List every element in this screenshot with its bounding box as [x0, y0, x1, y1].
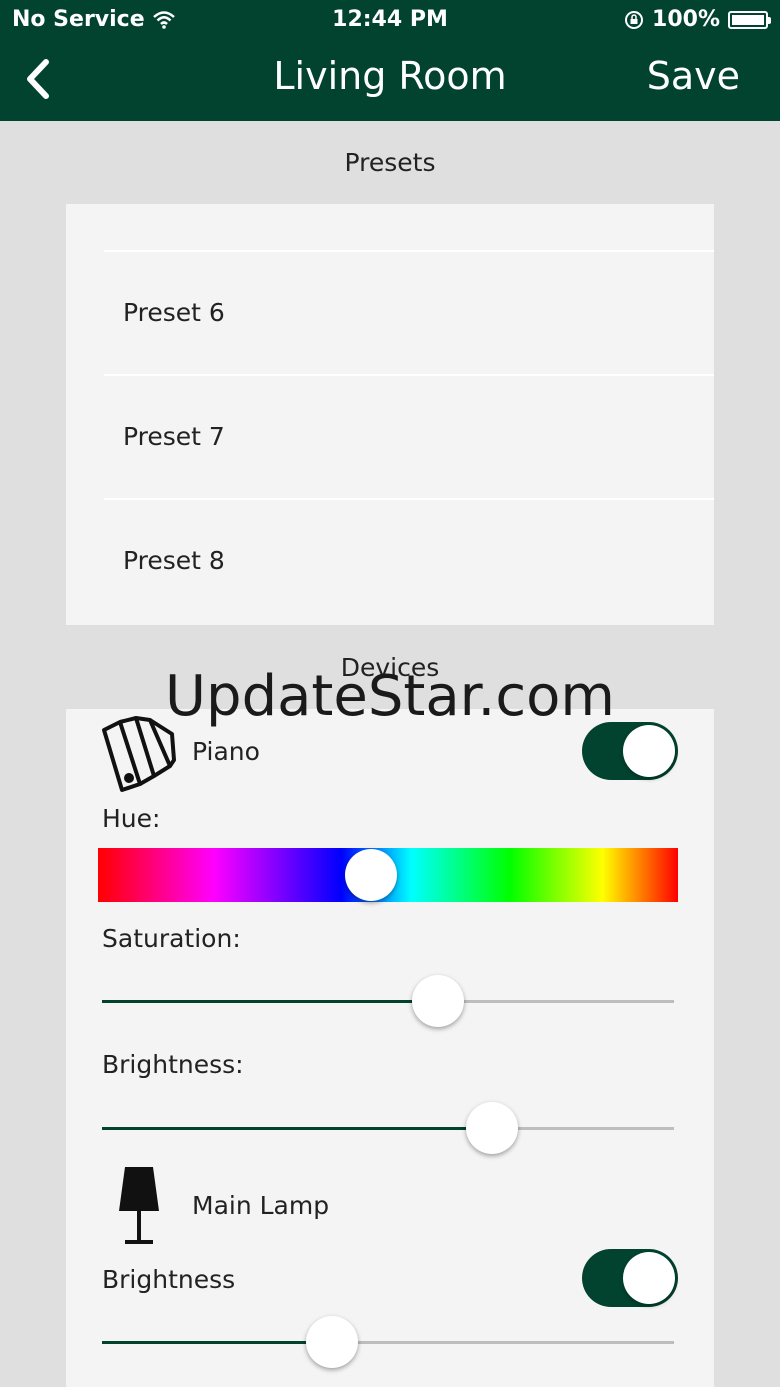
hue-slider[interactable]	[98, 848, 678, 902]
preset-label: Preset 7	[123, 422, 225, 451]
hue-slider-thumb[interactable]	[345, 849, 397, 901]
device-name-piano: Piano	[192, 737, 260, 766]
status-right: 100%	[624, 7, 771, 32]
presets-list: Preset 6 Preset 7 Preset 8	[66, 204, 714, 625]
lamp-brightness-slider[interactable]	[102, 1316, 674, 1368]
preset-row[interactable]: Preset 8	[104, 498, 714, 624]
saturation-slider-fill	[102, 1000, 438, 1003]
rotation-lock-icon	[625, 10, 644, 29]
hue-label: Hue:	[102, 804, 161, 833]
piano-power-toggle[interactable]	[582, 722, 678, 780]
preset-label: Preset 6	[123, 298, 225, 327]
saturation-slider[interactable]	[102, 975, 674, 1027]
saturation-slider-thumb[interactable]	[412, 975, 464, 1027]
piano-brightness-slider[interactable]	[102, 1102, 674, 1154]
lamp-brightness-slider-fill	[102, 1341, 332, 1344]
device-name-main-lamp: Main Lamp	[192, 1191, 330, 1220]
toggle-knob	[623, 725, 675, 777]
preset-row[interactable]: Preset 7	[104, 374, 714, 500]
main-lamp-power-toggle[interactable]	[582, 1249, 678, 1307]
status-bar: No Service 12:44 PM 100%	[0, 0, 780, 40]
watermark: UpdateStar.com	[165, 664, 615, 729]
piano-brightness-slider-fill	[102, 1127, 492, 1130]
brightness-label: Brightness:	[102, 1050, 244, 1079]
lamp-brightness-slider-thumb[interactable]	[306, 1316, 358, 1368]
table-lamp-icon	[119, 1167, 159, 1244]
battery-percent: 100%	[652, 7, 720, 32]
devices-list: Piano Hue: Saturation: Brightness: Main …	[66, 709, 714, 1387]
toggle-knob	[623, 1252, 675, 1304]
battery-icon	[728, 10, 771, 29]
lamp-brightness-label: Brightness	[102, 1265, 236, 1294]
save-button[interactable]: Save	[647, 54, 740, 98]
saturation-label: Saturation:	[102, 924, 241, 953]
presets-section-label: Presets	[344, 148, 436, 177]
nav-bar: Living Room Save	[0, 40, 780, 121]
preset-row[interactable]: Preset 6	[104, 250, 714, 376]
piano-brightness-slider-thumb[interactable]	[466, 1102, 518, 1154]
preset-label: Preset 8	[123, 546, 225, 575]
